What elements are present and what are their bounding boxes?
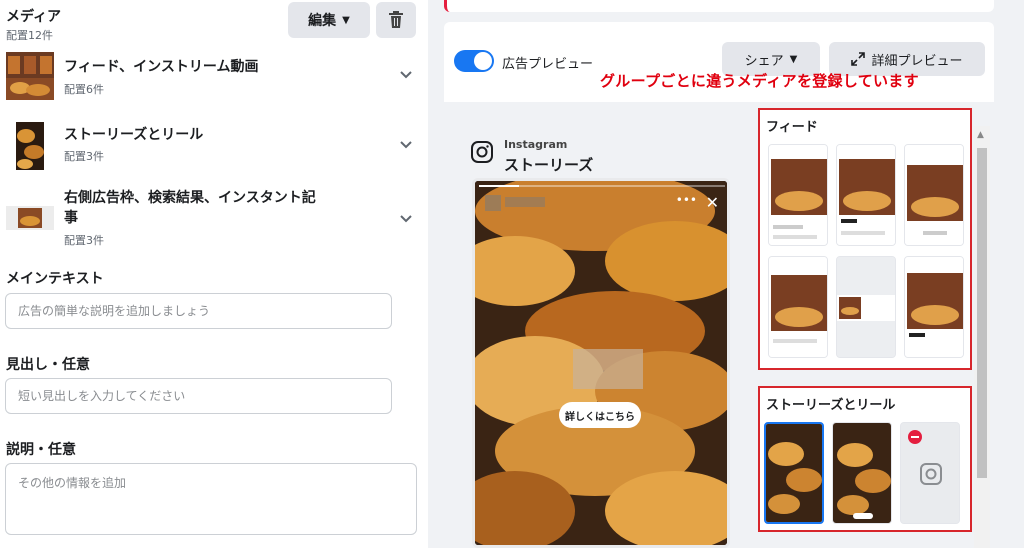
delete-button[interactable]: [376, 2, 416, 38]
stories-preview-thumb[interactable]: [900, 422, 960, 524]
media-group-right-column[interactable]: 右側広告枠、検索結果、インスタント記 事 配置3件: [0, 186, 428, 248]
feed-preview-thumb[interactable]: [904, 144, 964, 246]
chevron-down-icon[interactable]: [400, 138, 412, 152]
chevron-down-icon[interactable]: [400, 68, 412, 82]
scroll-up-icon[interactable]: ▲: [977, 130, 984, 140]
media-placement-count: 配置12件: [6, 29, 53, 42]
edit-button-label: 編集: [308, 13, 337, 29]
main-text-input[interactable]: [5, 293, 392, 329]
caret-down-icon: ▼: [789, 53, 798, 65]
detailed-preview-label: 詳細プレビュー: [871, 53, 963, 69]
feed-preview-thumb[interactable]: [768, 256, 828, 358]
scroll-thumb[interactable]: [977, 148, 987, 478]
headline-label: 見出し・任意: [6, 357, 90, 373]
group-label-line2: 事: [64, 210, 78, 226]
trash-icon: [389, 11, 403, 28]
group-label: フィード、インストリーム動画: [64, 59, 259, 75]
stories-preview-thumb[interactable]: [764, 422, 824, 524]
group-sub: 配置3件: [64, 234, 104, 247]
share-button-label: シェア: [744, 53, 784, 69]
placement-name: ストーリーズ: [504, 156, 594, 174]
media-group-feed[interactable]: フィード、インストリーム動画 配置6件: [0, 52, 428, 104]
blocked-instagram-icon: [901, 423, 959, 523]
ad-creative-panel: メディア 配置12件 編集 ▼ フィード、インストリーム動画 配置6件 ストーリ…: [0, 0, 428, 548]
croissant-image: [475, 181, 727, 545]
chevron-down-icon[interactable]: [400, 212, 412, 226]
caret-down-icon: ▼: [342, 14, 350, 26]
stories-thumbnail: [16, 122, 44, 170]
feed-preview-thumb[interactable]: [768, 144, 828, 246]
story-progress-bar: [479, 185, 725, 187]
feed-group-title: フィード: [766, 120, 818, 135]
feed-group-box: フィード: [758, 108, 972, 370]
previous-card: [444, 0, 994, 12]
group-label: ストーリーズとリール: [64, 127, 204, 143]
stories-preview-thumb[interactable]: [832, 422, 892, 524]
feed-preview-thumb[interactable]: [836, 256, 896, 358]
ad-preview-panel: 広告プレビュー シェア ▼ 詳細プレビュー Instagram ストーリーズ •…: [444, 22, 994, 548]
ad-preview-toggle[interactable]: [454, 50, 494, 72]
feed-thumbnail: [6, 52, 54, 100]
stories-group-title: ストーリーズとリール: [766, 398, 896, 413]
ad-preview-toggle-label: 広告プレビュー: [502, 57, 594, 72]
group-sub: 配置6件: [64, 83, 104, 96]
description-label: 説明・任意: [6, 442, 76, 458]
right-column-thumbnail: [6, 206, 54, 230]
preview-scrollbar[interactable]: ▲: [974, 126, 990, 548]
main-text-label: メインテキスト: [6, 271, 104, 287]
media-group-stories[interactable]: ストーリーズとリール 配置3件: [0, 118, 428, 172]
group-label: 右側広告枠、検索結果、インスタント記: [64, 190, 316, 206]
annotation-text: グループごとに違うメディアを登録しています: [600, 72, 919, 90]
feed-preview-thumb[interactable]: [904, 256, 964, 358]
close-icon[interactable]: ✕: [706, 193, 719, 212]
cta-button[interactable]: 詳しくはこちら: [559, 402, 641, 428]
description-input[interactable]: [5, 463, 417, 535]
stories-group-box: ストーリーズとリール: [758, 386, 972, 532]
headline-input[interactable]: [5, 378, 392, 414]
more-icon[interactable]: •••: [676, 193, 697, 207]
media-section-title: メディア: [6, 9, 62, 25]
instagram-icon: [471, 141, 493, 163]
edit-button[interactable]: 編集 ▼: [288, 2, 370, 38]
platform-name: Instagram: [504, 138, 568, 151]
story-preview: ••• ✕ 詳しくはこちら: [472, 178, 730, 548]
group-sub: 配置3件: [64, 150, 104, 163]
expand-icon: [851, 52, 866, 66]
feed-preview-thumb[interactable]: [836, 144, 896, 246]
